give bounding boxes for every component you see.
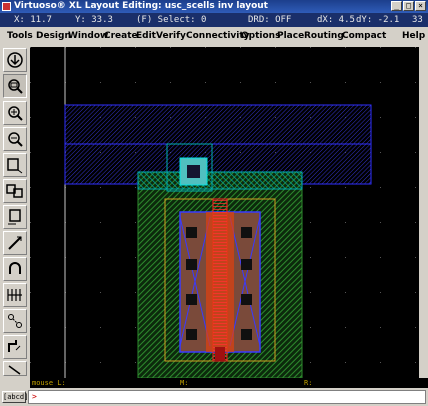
menu-tools[interactable]: Tools xyxy=(7,28,33,44)
status-x: X: 11.7 xyxy=(14,15,52,25)
stretch-icon xyxy=(7,158,23,174)
menu-verify[interactable]: Verify xyxy=(156,28,186,44)
status-select: (F) Select: 0 xyxy=(136,15,207,25)
status-drd: DRD: OFF xyxy=(248,15,292,25)
mouse-status-bar: mouse L: M: R: xyxy=(30,378,428,388)
menu-edit[interactable]: Edit xyxy=(136,28,156,44)
stretch-tool[interactable] xyxy=(3,153,27,177)
save-icon xyxy=(7,52,23,68)
copy-tool[interactable] xyxy=(3,179,27,203)
contact-8[interactable] xyxy=(241,329,252,340)
minimize-button[interactable]: _ xyxy=(391,1,402,11)
close-button[interactable]: × xyxy=(415,1,426,11)
contact-3[interactable] xyxy=(186,294,197,305)
properties-icon xyxy=(7,289,22,301)
gate-stub xyxy=(215,347,225,361)
delete-icon xyxy=(8,236,22,250)
contact-4[interactable] xyxy=(186,329,197,340)
menu-window[interactable]: Window xyxy=(68,28,108,44)
copy-icon xyxy=(6,184,23,198)
status-y: Y: 33.3 xyxy=(75,15,113,25)
vertical-scrollbar[interactable] xyxy=(419,44,428,378)
mouse-left: mouse L: xyxy=(32,379,66,387)
status-dx: dX: 4.5 xyxy=(317,15,355,25)
menu-design[interactable]: Design xyxy=(36,28,71,44)
undo-tool[interactable] xyxy=(3,257,27,281)
contact-2[interactable] xyxy=(186,259,197,270)
contact-5[interactable] xyxy=(241,227,252,238)
path-tool[interactable] xyxy=(3,335,27,359)
menu-bar: Tools Design Window Create Edit Verify C… xyxy=(0,28,428,44)
layout-canvas[interactable] xyxy=(30,47,419,378)
path-icon xyxy=(8,340,21,352)
title-bar: Virtuoso® XL Layout Editing: usc_scells … xyxy=(0,0,428,13)
status-dy: dY: -2.1 xyxy=(356,15,400,25)
command-button[interactable]: [abcd] xyxy=(2,391,28,403)
zoom-out-tool[interactable] xyxy=(3,127,27,151)
layout-drawing xyxy=(30,47,419,378)
mouse-right: R: xyxy=(304,379,313,387)
command-bar: [abcd] > xyxy=(0,388,428,406)
window-title: Virtuoso® XL Layout Editing: usc_scells … xyxy=(14,1,268,11)
undo-icon xyxy=(9,262,21,274)
zoom-out-icon xyxy=(8,132,23,147)
zoom-fit-tool[interactable] xyxy=(3,74,27,98)
save-tool[interactable] xyxy=(3,48,27,72)
move-tool[interactable] xyxy=(3,205,27,229)
ruler-tool[interactable] xyxy=(3,309,27,333)
mouse-middle: M: xyxy=(180,379,189,387)
menu-routing[interactable]: Routing xyxy=(304,28,344,44)
contact-1[interactable] xyxy=(186,227,197,238)
status-bar: X: 11.7 Y: 33.3 (F) Select: 0 DRD: OFF d… xyxy=(0,13,428,27)
menu-place[interactable]: Place xyxy=(277,28,304,44)
move-icon xyxy=(8,209,21,225)
ruler-icon xyxy=(8,314,22,328)
menu-compact[interactable]: Compact xyxy=(342,28,386,44)
zoom-fit-icon xyxy=(8,79,23,94)
status-count: 33 xyxy=(412,15,423,25)
menu-help[interactable]: Help xyxy=(402,28,425,44)
label-tool[interactable] xyxy=(3,361,27,376)
maximize-button[interactable]: □ xyxy=(403,1,414,11)
contact-6[interactable] xyxy=(241,259,252,270)
menu-create[interactable]: Create xyxy=(104,28,138,44)
command-input[interactable]: > xyxy=(28,390,426,404)
properties-tool[interactable] xyxy=(3,283,27,307)
contact-7[interactable] xyxy=(241,294,252,305)
zoom-in-icon xyxy=(8,106,23,121)
menu-options[interactable]: Options xyxy=(241,28,280,44)
gate-hatch xyxy=(213,212,227,352)
label-icon xyxy=(8,365,21,375)
app-icon xyxy=(2,2,11,11)
delete-tool[interactable] xyxy=(3,231,27,255)
diffusion-strip[interactable] xyxy=(137,171,303,190)
via-cut xyxy=(187,165,200,178)
tool-palette xyxy=(0,44,30,376)
zoom-in-tool[interactable] xyxy=(3,101,27,125)
